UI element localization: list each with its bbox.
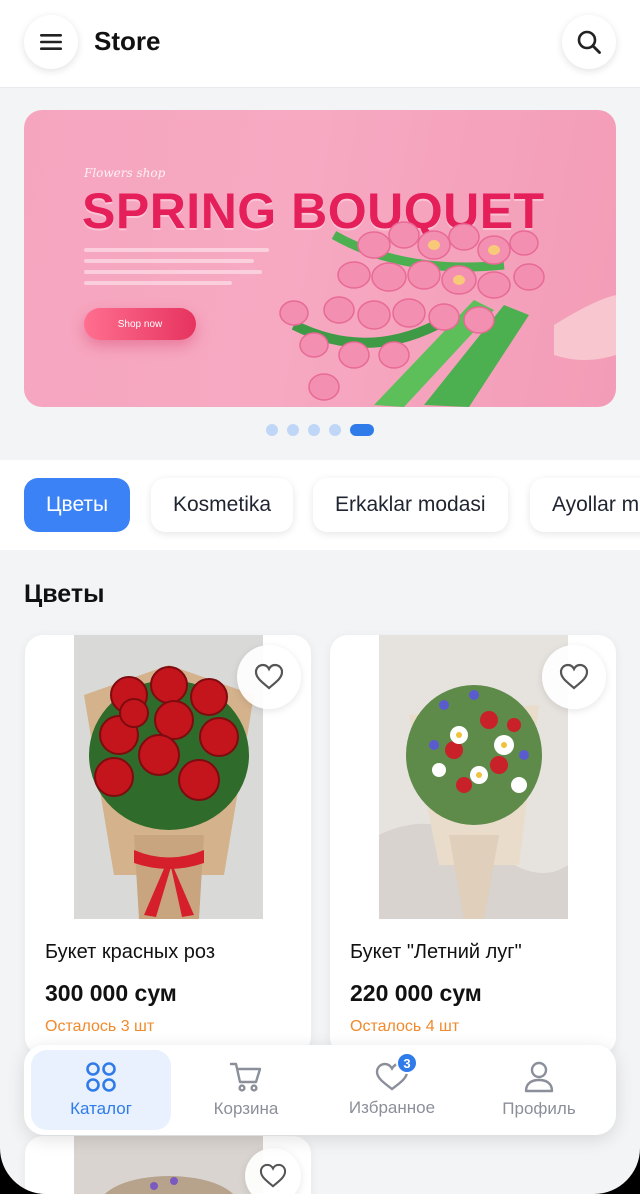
menu-button[interactable] [24,15,78,69]
page-title: Store [94,26,161,56]
section-title: Цветы [24,580,105,608]
nav-profile-label: Профиль [502,1099,576,1118]
nav-profile[interactable]: Профиль [469,1050,609,1130]
banner-small-text: Flowers shop [84,166,166,180]
heart-icon [559,663,589,690]
app-screen: Store Flowers shop SPRING BOUQUET Shop n… [0,0,640,1194]
menu-icon [40,34,62,50]
tulip-bouquet-image [279,221,616,407]
chip-category-erkaklar-modasi[interactable]: Erkaklar modasi [313,478,508,532]
favorite-button[interactable] [542,645,606,709]
chip-category-kosmetika[interactable]: Kosmetika [151,478,294,532]
product-card[interactable] [25,1136,311,1194]
product-card[interactable]: Букет красных роз 300 000 сум Осталось 3… [25,635,311,1055]
product-name: Букет "Летний луг" [350,941,522,963]
product-stock: Осталось 4 шт [350,1018,460,1035]
nav-favorites[interactable]: 3 Избранное [322,1050,462,1130]
product-image [74,1136,263,1194]
carousel-dot[interactable] [308,424,320,436]
search-icon [577,30,601,54]
carousel-dot[interactable] [266,424,278,436]
favorite-button[interactable] [245,1148,301,1194]
search-button[interactable] [562,15,616,69]
product-price: 220 000 сум [350,980,482,1006]
product-card[interactable]: Букет "Летний луг" 220 000 сум Осталось … [330,635,616,1055]
chip-category-ayollar-modasi[interactable]: Ayollar modasi [530,478,640,532]
banner-description [84,248,269,292]
favorite-button[interactable] [237,645,301,709]
top-app-bar: Store [0,0,640,88]
summer-meadow-bouquet-image [379,635,568,919]
heart-icon [254,663,284,690]
grid-icon [86,1062,116,1092]
promo-carousel: Flowers shop SPRING BOUQUET Shop now [0,88,640,460]
red-roses-bouquet-image [74,635,263,919]
nav-cart[interactable]: Корзина [176,1050,316,1130]
favorites-count-badge: 3 [396,1052,418,1074]
product-stock: Осталось 3 шт [45,1018,155,1035]
bottom-navigation: Каталог Корзина 3 Избранное Профиль [24,1045,616,1135]
chip-category-flowers[interactable]: Цветы [24,478,131,532]
carousel-dot[interactable] [287,424,299,436]
carousel-dot-active[interactable] [350,424,374,436]
cart-icon [229,1062,262,1092]
category-chips: Цветы Kosmetika Erkaklar modasi Ayollar … [0,460,640,550]
nav-cart-label: Корзина [213,1099,279,1118]
user-icon [524,1061,554,1093]
nav-catalog[interactable]: Каталог [31,1050,171,1130]
promo-banner[interactable]: Flowers shop SPRING BOUQUET Shop now [24,110,616,407]
nav-catalog-label: Каталог [70,1099,132,1118]
nav-favorites-label: Избранное [348,1098,436,1117]
heart-icon [259,1163,287,1188]
product-price: 300 000 сум [45,980,177,1006]
carousel-dot[interactable] [329,424,341,436]
carousel-indicators [266,424,374,436]
shop-now-button[interactable]: Shop now [84,308,196,340]
product-name: Букет красных роз [45,941,215,963]
